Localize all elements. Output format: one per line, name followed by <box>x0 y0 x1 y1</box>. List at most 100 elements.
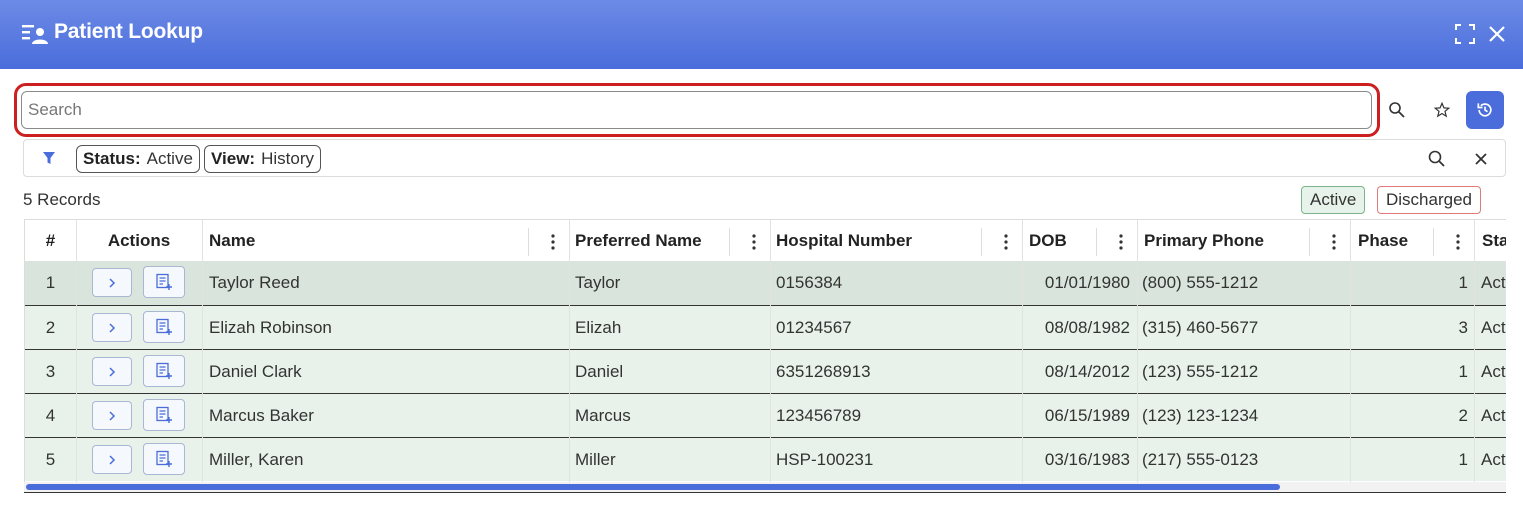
column-menu-icon[interactable] <box>752 234 756 250</box>
header-divider <box>1309 228 1310 256</box>
cell-dob: 03/16/1983 <box>1044 450 1130 469</box>
legend-discharged[interactable]: Discharged <box>1377 186 1481 214</box>
add-note-button[interactable] <box>143 266 185 298</box>
clear-filters-icon[interactable] <box>1470 148 1492 170</box>
horizontal-scrollbar[interactable] <box>24 482 1506 493</box>
column-divider <box>76 220 77 482</box>
patient-grid: # Actions Name Preferred Name Hospital N… <box>24 219 1506 493</box>
chevron-right-icon <box>109 454 116 465</box>
favorite-button[interactable] <box>1423 91 1461 129</box>
add-note-button[interactable] <box>143 355 185 387</box>
add-note-icon <box>156 406 172 423</box>
row-number: 3 <box>45 362 56 381</box>
star-icon <box>1433 101 1451 118</box>
column-divider <box>202 220 203 482</box>
row-number: 4 <box>45 406 56 425</box>
column-header-label: Actions <box>107 230 171 250</box>
search-button[interactable] <box>1378 91 1416 129</box>
cell-dob: 06/15/1989 <box>1044 406 1130 425</box>
table-row[interactable]: 5 Miller, Karen Miller HSP-100231 03/16/… <box>25 437 1506 481</box>
cell-status: Act <box>1481 406 1506 425</box>
open-record-button[interactable] <box>92 445 132 474</box>
chip-value: Active <box>146 149 193 168</box>
cell-primary-phone: (123) 555-1212 <box>1142 362 1259 381</box>
scrollbar-thumb[interactable] <box>26 484 1280 490</box>
table-row[interactable]: 1 Taylor Reed Taylor 0156384 01/01/1980 … <box>25 261 1506 305</box>
open-record-button[interactable] <box>92 357 132 386</box>
cell-hospital-number: 123456789 <box>776 406 862 425</box>
header-divider <box>981 228 982 256</box>
filter-icon[interactable] <box>42 151 56 165</box>
column-menu-icon[interactable] <box>1456 234 1460 250</box>
column-header-label: Name <box>209 230 256 250</box>
search-icon[interactable] <box>1426 148 1448 170</box>
open-record-button[interactable] <box>92 313 132 342</box>
cell-preferred-name: Miller <box>575 450 616 469</box>
chevron-right-icon <box>109 366 116 377</box>
cell-status: Act <box>1481 318 1506 337</box>
open-record-button[interactable] <box>92 268 132 297</box>
chip-key: Status: <box>83 149 141 168</box>
column-header-hospital-number[interactable]: Hospital Number <box>770 220 1022 261</box>
chevron-right-icon <box>109 410 116 421</box>
cell-status: Act <box>1481 273 1506 292</box>
column-header-phase[interactable]: Phase <box>1350 220 1474 261</box>
filter-chip-view[interactable]: View: History <box>204 145 321 173</box>
column-menu-icon[interactable] <box>1332 234 1336 250</box>
cell-name: Miller, Karen <box>209 450 304 469</box>
cell-primary-phone: (800) 555-1212 <box>1142 273 1259 292</box>
legend-active[interactable]: Active <box>1301 186 1366 214</box>
column-menu-icon[interactable] <box>551 234 555 250</box>
cell-hospital-number: HSP-100231 <box>776 450 874 469</box>
person-list-icon <box>22 25 48 44</box>
column-header-label: Primary Phone <box>1144 230 1264 250</box>
search-input[interactable] <box>21 91 1372 129</box>
table-row[interactable]: 3 Daniel Clark Daniel 6351268913 08/14/2… <box>25 349 1506 393</box>
column-header-label: Hospital Number <box>776 230 913 250</box>
add-note-icon <box>156 450 172 467</box>
chevron-right-icon <box>109 322 116 333</box>
column-menu-icon[interactable] <box>1004 234 1008 250</box>
cell-hospital-number: 01234567 <box>776 318 852 337</box>
cell-dob: 01/01/1980 <box>1044 273 1130 292</box>
column-header-primary-phone[interactable]: Primary Phone <box>1137 220 1350 261</box>
close-icon[interactable] <box>1485 22 1509 46</box>
column-header-number[interactable]: # <box>25 220 76 261</box>
add-note-button[interactable] <box>143 399 185 431</box>
chevron-right-icon <box>109 277 116 288</box>
add-note-icon <box>156 362 172 379</box>
table-row[interactable]: 2 Elizah Robinson Elizah 01234567 08/08/… <box>25 305 1506 349</box>
chip-key: View: <box>211 149 256 168</box>
column-header-status[interactable]: Sta <box>1474 220 1506 261</box>
cell-primary-phone: (217) 555-0123 <box>1142 450 1259 469</box>
history-button[interactable] <box>1466 91 1504 129</box>
column-header-dob[interactable]: DOB <box>1022 220 1137 261</box>
column-header-preferred-name[interactable]: Preferred Name <box>569 220 770 261</box>
cell-status: Act <box>1481 362 1506 381</box>
records-count: 5 Records <box>23 190 101 209</box>
cell-phase: 1 <box>1458 450 1468 469</box>
column-menu-icon[interactable] <box>1119 234 1123 250</box>
search-icon <box>1389 102 1405 118</box>
cell-phase: 1 <box>1458 362 1468 381</box>
open-record-button[interactable] <box>92 401 132 430</box>
add-note-button[interactable] <box>143 443 185 475</box>
cell-status: Act <box>1481 450 1506 469</box>
cell-phase: 3 <box>1458 318 1468 337</box>
column-header-label: Preferred Name <box>575 230 702 250</box>
cell-dob: 08/14/2012 <box>1044 362 1130 381</box>
row-number: 1 <box>45 273 56 292</box>
add-note-icon <box>156 273 172 290</box>
cell-name: Elizah Robinson <box>209 318 332 337</box>
filter-chip-status[interactable]: Status: Active <box>76 145 200 173</box>
table-row[interactable]: 4 Marcus Baker Marcus 123456789 06/15/19… <box>25 393 1506 437</box>
cell-name: Daniel Clark <box>209 362 302 381</box>
header-divider <box>1433 228 1434 256</box>
column-header-name[interactable]: Name <box>202 220 569 261</box>
add-note-button[interactable] <box>143 311 185 343</box>
fullscreen-icon[interactable] <box>1453 22 1477 46</box>
column-header-label: Sta <box>1482 230 1506 250</box>
title-bar: Patient Lookup <box>0 0 1523 69</box>
cell-hospital-number: 0156384 <box>776 273 843 292</box>
cell-preferred-name: Marcus <box>575 406 631 425</box>
